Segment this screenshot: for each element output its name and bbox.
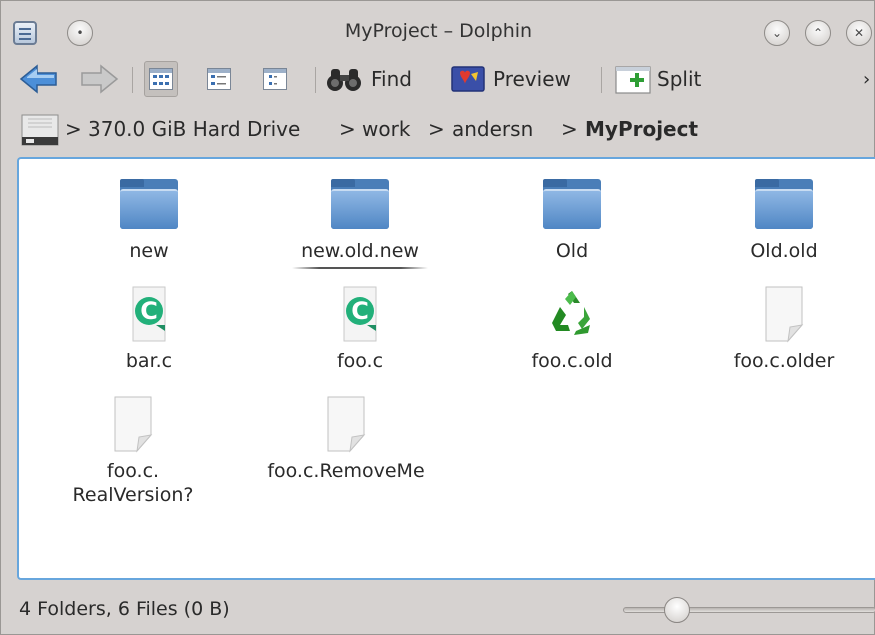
file-name: new [129,240,169,262]
file-name: foo.c [336,350,384,372]
file-name: bar.c [125,350,173,372]
breadcrumb-item-drive[interactable]: 370.0 GiB Hard Drive [88,117,300,141]
file-name: new.old.new [301,240,419,262]
breadcrumb-separator: > [428,117,445,141]
hover-indicator [292,267,428,269]
breadcrumb-item-current[interactable]: MyProject [585,117,698,141]
zoom-slider[interactable] [623,607,875,613]
folder-icon [543,179,601,229]
svg-text:C: C [351,297,369,325]
c-source-file-icon: C [125,285,173,343]
window-title: MyProject – Dolphin [344,20,533,42]
split-view-icon [615,66,651,94]
blank-file-icon [322,395,370,453]
back-button[interactable] [19,61,59,97]
status-summary: 4 Folders, 6 Files (0 B) [19,598,230,620]
file-name: foo.c.old [531,350,613,372]
svg-text:C: C [140,297,158,325]
folder-icon [120,179,178,229]
zoom-slider-handle[interactable] [663,597,690,623]
file-item[interactable]: Old.old [684,179,875,263]
blank-file-icon [109,395,157,453]
arrow-right-icon [81,64,119,94]
file-name: foo.c.older [733,350,835,372]
recycle-file-icon [548,285,596,343]
file-view[interactable]: new new.old.new Old Old.old C bar.c C fo… [17,157,875,580]
file-item[interactable]: C foo.c [260,285,460,373]
details-view-button[interactable] [258,61,292,97]
details-view-icon [263,68,287,90]
breadcrumb-separator: > [339,117,356,141]
folder-icon [755,179,813,229]
c-source-file-icon: C [336,285,384,343]
hard-drive-icon[interactable] [20,111,60,147]
file-name: Old.old [750,240,818,262]
toolbar: Find Preview Split › [1,61,875,101]
dolphin-window: • MyProject – Dolphin ⌄ ⌃ ✕ Find Preview… [0,0,875,635]
icons-view-icon [149,68,173,90]
file-item[interactable]: foo.c. RealVersion? [33,395,233,507]
breadcrumb-item-work[interactable]: work [362,117,410,141]
forward-button[interactable] [79,61,119,97]
toolbar-overflow-button[interactable]: › [863,61,870,97]
file-name: foo.c.RemoveMe [267,460,425,482]
close-button[interactable]: ✕ [846,20,872,46]
toolbar-overflow-label: › [863,68,871,90]
breadcrumb-item-andersn[interactable]: andersn [452,117,533,141]
binoculars-icon [327,69,361,91]
maximize-button[interactable]: ⌃ [805,20,831,46]
title-bar[interactable]: • MyProject – Dolphin ⌄ ⌃ ✕ [1,1,875,61]
preview-icon [451,66,485,92]
file-item[interactable]: new.old.new [260,179,460,269]
folder-icon [331,179,389,229]
preview-button[interactable]: Preview [451,61,571,97]
file-item[interactable]: foo.c.RemoveMe [246,395,446,483]
minimize-button[interactable]: ⌄ [764,20,790,46]
icons-view-button[interactable] [144,61,178,97]
split-button[interactable]: Split [615,61,701,97]
blank-file-icon [760,285,808,343]
file-item[interactable]: new [49,179,249,263]
compact-view-button[interactable] [202,61,236,97]
find-button[interactable]: Find [325,61,412,97]
find-label: Find [371,67,412,91]
breadcrumb-separator: > [561,117,578,141]
status-bar: 4 Folders, 6 Files (0 B) [1,585,875,635]
compact-view-icon [207,68,231,90]
split-label: Split [657,67,702,91]
preview-label: Preview [493,67,571,91]
location-breadcrumb: > 370.0 GiB Hard Drive > work > andersn … [1,105,875,151]
file-name: foo.c. RealVersion? [72,460,194,506]
breadcrumb-separator: > [65,117,82,141]
file-item[interactable]: Old [472,179,672,263]
file-item[interactable]: foo.c.older [684,285,875,373]
file-name: Old [555,240,589,262]
file-item[interactable]: C bar.c [49,285,249,373]
arrow-left-icon [19,64,57,94]
file-item[interactable]: foo.c.old [472,285,672,373]
